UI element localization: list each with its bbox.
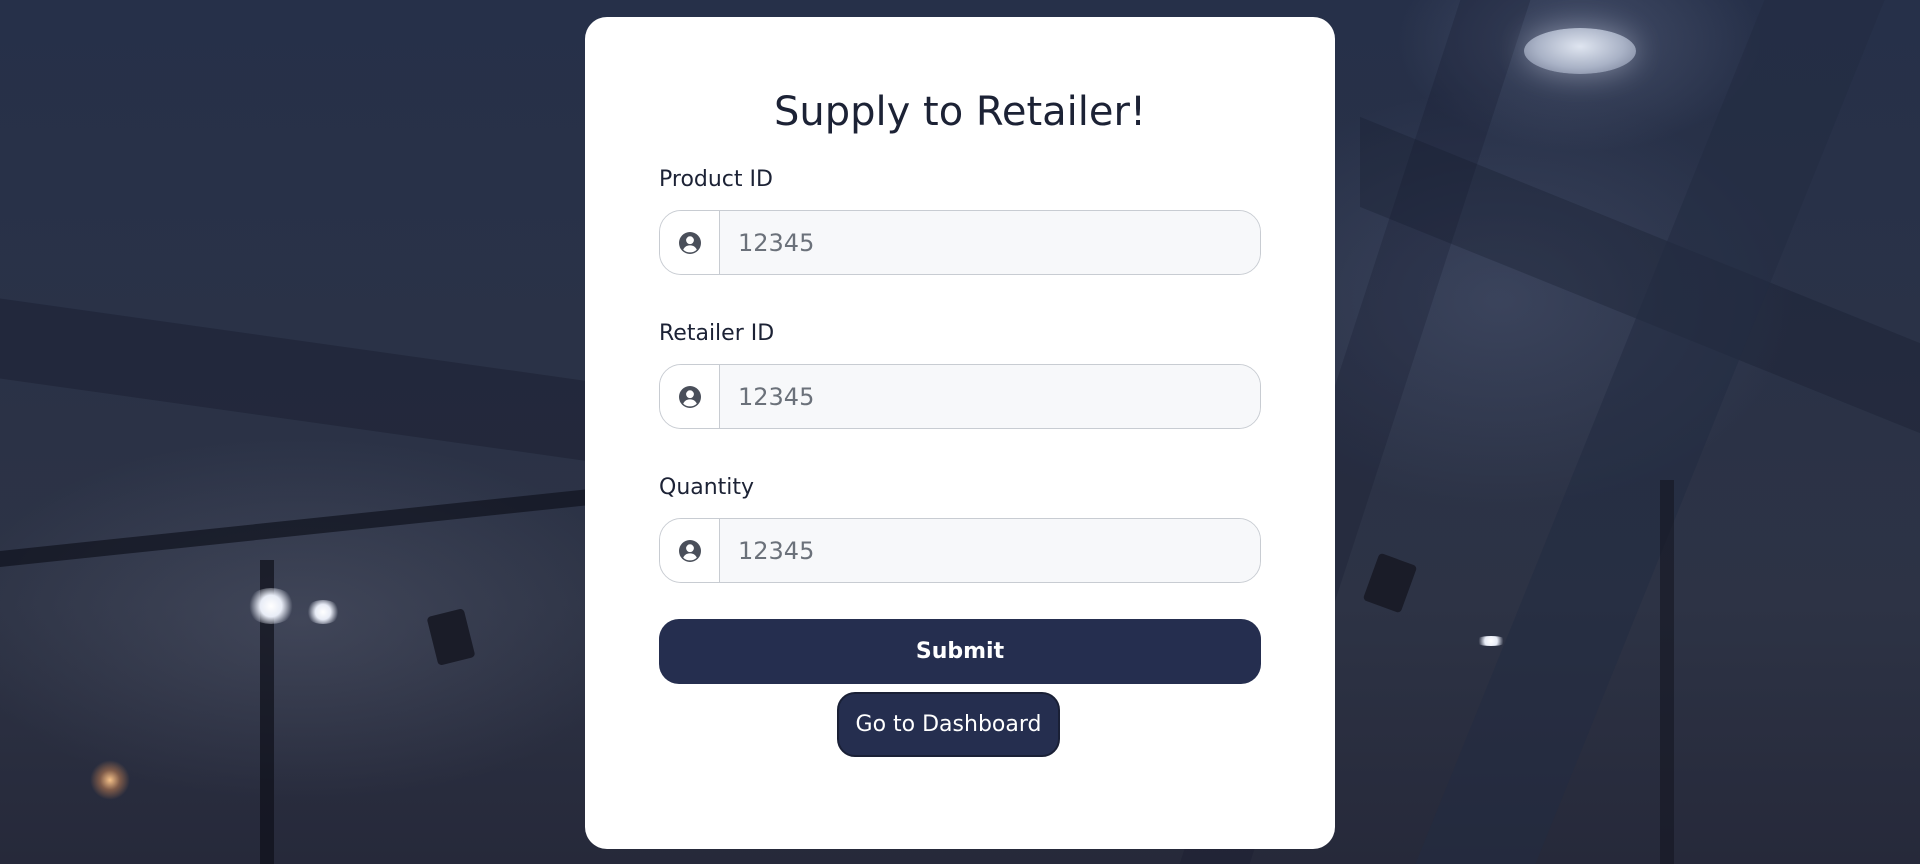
retailer-id-label: Retailer ID [659,321,775,346]
retailer-id-input[interactable] [720,365,1260,428]
background-beam [0,298,590,462]
background-beam [1660,480,1674,864]
background-spotlight [426,608,476,666]
quantity-field: Quantity [659,473,1261,583]
product-id-input-group [659,210,1261,275]
retailer-id-input-group [659,364,1261,429]
go-to-dashboard-button[interactable]: Go to Dashboard [837,692,1060,757]
page-title: Supply to Retailer! [773,89,1146,135]
product-id-label: Product ID [659,167,773,192]
product-id-input[interactable] [720,211,1260,274]
background-light [305,600,341,624]
user-circle-icon [660,519,720,582]
user-circle-icon [660,211,720,274]
supply-form-card: Supply to Retailer! Product ID Retailer … [585,17,1335,849]
quantity-label: Quantity [659,475,755,500]
background-glow [90,760,130,800]
background-light [1474,636,1508,646]
background-spotlight [1362,552,1418,614]
quantity-input[interactable] [720,519,1260,582]
submit-button[interactable]: Submit [659,619,1261,684]
background-beam [0,488,590,568]
retailer-id-field: Retailer ID [659,319,1261,429]
background-light [246,588,296,624]
user-circle-icon [660,365,720,428]
ceiling-lamp [1524,28,1636,74]
product-id-field: Product ID [659,165,1261,275]
quantity-input-group [659,518,1261,583]
